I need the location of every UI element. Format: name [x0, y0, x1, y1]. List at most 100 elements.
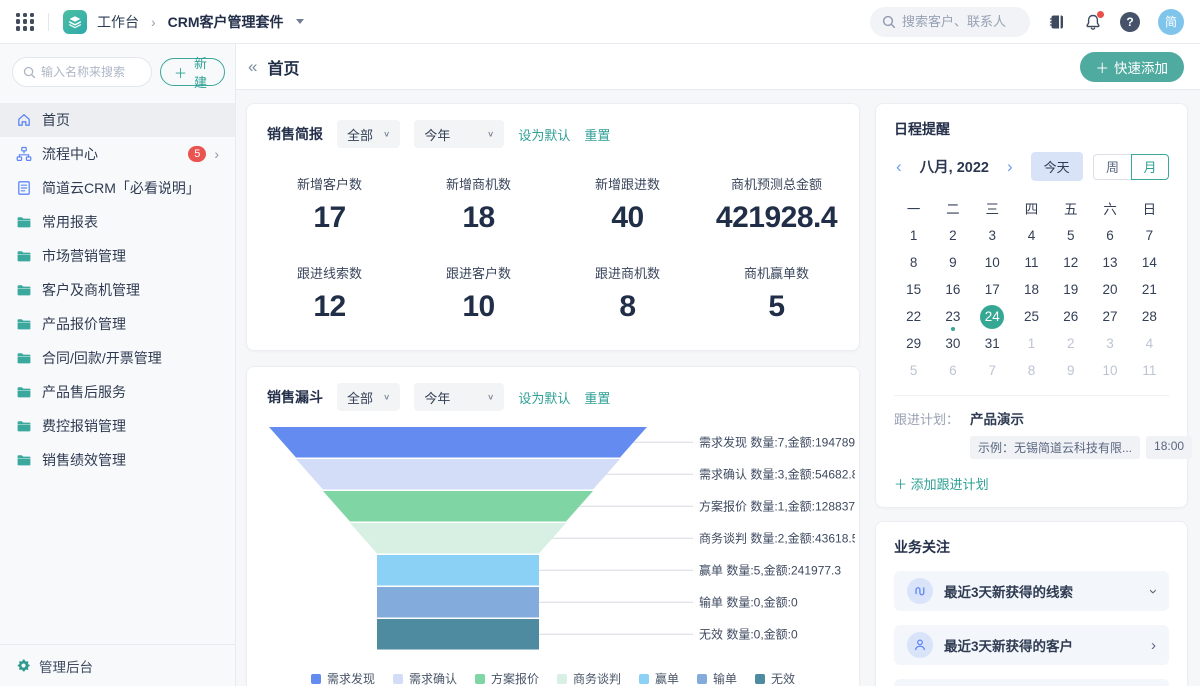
- collapse-sidebar-icon[interactable]: «: [248, 58, 257, 75]
- legend-item-4[interactable]: 赢单: [639, 670, 679, 686]
- sidebar-item-5[interactable]: 客户及商机管理: [0, 273, 235, 307]
- funnel-set-default-link[interactable]: 设为默认: [518, 388, 570, 407]
- calendar-day[interactable]: 5: [894, 357, 933, 384]
- week-view-button[interactable]: 周: [1093, 154, 1131, 180]
- sidebar-item-0[interactable]: 首页: [0, 103, 235, 137]
- breadcrumb-app-name[interactable]: CRM客户管理套件: [168, 12, 284, 32]
- funnel-stage-0[interactable]: [269, 427, 647, 458]
- sidebar-item-3[interactable]: 常用报表: [0, 205, 235, 239]
- calendar-day[interactable]: 10: [1090, 357, 1129, 384]
- quick-add-button[interactable]: ＋快速添加: [1080, 52, 1185, 82]
- calendar-day[interactable]: 19: [1051, 276, 1090, 303]
- calendar-day[interactable]: 4: [1012, 222, 1051, 249]
- help-icon[interactable]: ?: [1120, 12, 1140, 32]
- calendar-day[interactable]: 13: [1090, 249, 1129, 276]
- funnel-stage-5[interactable]: [377, 587, 539, 618]
- next-month-icon[interactable]: ›: [1005, 158, 1015, 175]
- contacts-book-icon[interactable]: [1048, 13, 1066, 31]
- funnel-stage-6[interactable]: [377, 619, 539, 650]
- calendar-day[interactable]: 11: [1012, 249, 1051, 276]
- prev-month-icon[interactable]: ‹: [894, 158, 904, 175]
- calendar-day[interactable]: 10: [973, 249, 1012, 276]
- calendar-day[interactable]: 31: [973, 330, 1012, 357]
- month-view-button[interactable]: 月: [1131, 154, 1169, 180]
- sidebar-item-6[interactable]: 产品报价管理: [0, 307, 235, 341]
- legend-item-6[interactable]: 无效: [755, 670, 795, 686]
- calendar-day[interactable]: 8: [894, 249, 933, 276]
- calendar-day[interactable]: 1: [1012, 330, 1051, 357]
- calendar-day[interactable]: 27: [1090, 303, 1129, 330]
- funnel-stage-4[interactable]: [377, 555, 539, 586]
- calendar-day[interactable]: 12: [1051, 249, 1090, 276]
- legend-item-2[interactable]: 方案报价: [475, 670, 539, 686]
- funnel-scope-select[interactable]: 全部∨: [337, 383, 400, 411]
- funnel-stage-1[interactable]: [296, 459, 620, 490]
- brief-period-select[interactable]: 今年∨: [414, 120, 504, 148]
- legend-item-5[interactable]: 输单: [697, 670, 737, 686]
- calendar-day[interactable]: 6: [1090, 222, 1129, 249]
- calendar-day[interactable]: 7: [973, 357, 1012, 384]
- focus-row-2[interactable]: 正在跟进的商机9›: [894, 679, 1169, 686]
- app-caret-down-icon[interactable]: [296, 19, 304, 24]
- chevron-right-icon[interactable]: ›: [1151, 638, 1156, 653]
- sidebar-item-8[interactable]: 产品售后服务: [0, 375, 235, 409]
- funnel-stage-3[interactable]: [350, 523, 566, 554]
- calendar-day[interactable]: 26: [1051, 303, 1090, 330]
- calendar-day[interactable]: 28: [1130, 303, 1169, 330]
- admin-backend-button[interactable]: 管理后台: [0, 644, 235, 686]
- calendar-day[interactable]: 18: [1012, 276, 1051, 303]
- sidebar-search[interactable]: [12, 57, 152, 87]
- calendar-day[interactable]: 15: [894, 276, 933, 303]
- calendar-day[interactable]: 4: [1130, 330, 1169, 357]
- sidebar-item-7[interactable]: 合同/回款/开票管理: [0, 341, 235, 375]
- calendar-day[interactable]: 7: [1130, 222, 1169, 249]
- sidebar-item-2[interactable]: 简道云CRM「必看说明」: [0, 171, 235, 205]
- sidebar-item-1[interactable]: 流程中心5›: [0, 137, 235, 171]
- today-button[interactable]: 今天: [1031, 152, 1083, 181]
- calendar-day[interactable]: 6: [933, 357, 972, 384]
- calendar-day[interactable]: 3: [973, 222, 1012, 249]
- calendar-day[interactable]: 23: [933, 303, 972, 330]
- workspace-label[interactable]: 工作台: [97, 12, 139, 32]
- calendar-day[interactable]: 22: [894, 303, 933, 330]
- calendar-day[interactable]: 30: [933, 330, 972, 357]
- calendar-day[interactable]: 21: [1130, 276, 1169, 303]
- funnel-period-select[interactable]: 今年∨: [414, 383, 504, 411]
- legend-item-0[interactable]: 需求发现: [311, 670, 375, 686]
- calendar-day[interactable]: 8: [1012, 357, 1051, 384]
- focus-row-0[interactable]: 最近3天新获得的线索›: [894, 571, 1169, 611]
- funnel-reset-link[interactable]: 重置: [584, 388, 610, 407]
- calendar-day[interactable]: 25: [1012, 303, 1051, 330]
- chevron-down-icon[interactable]: ›: [1146, 589, 1161, 594]
- calendar-day[interactable]: 16: [933, 276, 972, 303]
- global-search-input[interactable]: [902, 14, 1012, 29]
- calendar-day[interactable]: 14: [1130, 249, 1169, 276]
- calendar-day[interactable]: 2: [933, 222, 972, 249]
- legend-item-1[interactable]: 需求确认: [393, 670, 457, 686]
- focus-row-1[interactable]: 最近3天新获得的客户›: [894, 625, 1169, 665]
- calendar-day-selected[interactable]: 24: [973, 303, 1012, 330]
- notifications-bell-icon[interactable]: [1084, 13, 1102, 31]
- calendar-day[interactable]: 9: [933, 249, 972, 276]
- calendar-day[interactable]: 5: [1051, 222, 1090, 249]
- global-search[interactable]: [870, 7, 1030, 37]
- calendar-day[interactable]: 29: [894, 330, 933, 357]
- calendar-day[interactable]: 1: [894, 222, 933, 249]
- calendar-day[interactable]: 9: [1051, 357, 1090, 384]
- chevron-right-icon[interactable]: ›: [214, 146, 219, 162]
- calendar-day[interactable]: 2: [1051, 330, 1090, 357]
- sidebar-search-input[interactable]: [41, 65, 141, 79]
- app-logo-icon[interactable]: [63, 10, 87, 34]
- calendar-day[interactable]: 3: [1090, 330, 1129, 357]
- legend-item-3[interactable]: 商务谈判: [557, 670, 621, 686]
- calendar-day[interactable]: 20: [1090, 276, 1129, 303]
- brief-set-default-link[interactable]: 设为默认: [518, 125, 570, 144]
- brief-scope-select[interactable]: 全部∨: [337, 120, 400, 148]
- sidebar-item-9[interactable]: 费控报销管理: [0, 409, 235, 443]
- funnel-chart[interactable]: 需求发现 数量:7,金额:194789.4需求确认 数量:3,金额:54682.…: [267, 427, 853, 655]
- calendar-day[interactable]: 17: [973, 276, 1012, 303]
- new-button[interactable]: ＋新建: [160, 58, 225, 86]
- user-avatar[interactable]: 简: [1158, 9, 1184, 35]
- sidebar-item-10[interactable]: 销售绩效管理: [0, 443, 235, 477]
- add-follow-plan-link[interactable]: ＋ 添加跟进计划: [894, 474, 1169, 493]
